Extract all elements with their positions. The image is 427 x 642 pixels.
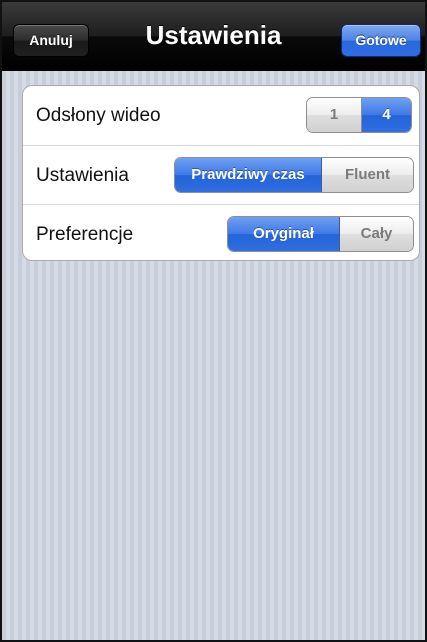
preferences-row: Preferencje Oryginał Cały	[23, 204, 419, 260]
settings-screen: Anuluj Ustawienia Gotowe Odsłony wideo 1…	[0, 0, 427, 642]
navigation-bar: Anuluj Ustawienia Gotowe	[2, 2, 425, 71]
preferences-segmented-control: Oryginał Cały	[227, 216, 414, 252]
fluent-option[interactable]: Fluent	[322, 158, 413, 192]
settings-mode-segmented-control: Prawdziwy czas Fluent	[174, 157, 414, 193]
video-views-row: Odsłony wideo 1 4	[23, 86, 419, 144]
settings-group: Odsłony wideo 1 4 Ustawienia Prawdziwy c…	[22, 85, 420, 261]
cancel-button[interactable]: Anuluj	[13, 24, 89, 57]
settings-mode-label: Ustawienia	[36, 165, 129, 186]
full-option[interactable]: Cały	[340, 217, 413, 251]
preferences-label: Preferencje	[36, 224, 134, 245]
video-views-label: Odsłony wideo	[36, 105, 161, 126]
video-views-option-4[interactable]: 4	[362, 98, 411, 132]
video-views-segmented-control: 1 4	[306, 97, 412, 133]
realtime-option[interactable]: Prawdziwy czas	[175, 158, 322, 192]
video-views-option-1[interactable]: 1	[307, 98, 362, 132]
settings-mode-row: Ustawienia Prawdziwy czas Fluent	[23, 145, 419, 204]
done-button[interactable]: Gotowe	[341, 24, 421, 57]
original-option[interactable]: Oryginał	[228, 217, 340, 251]
